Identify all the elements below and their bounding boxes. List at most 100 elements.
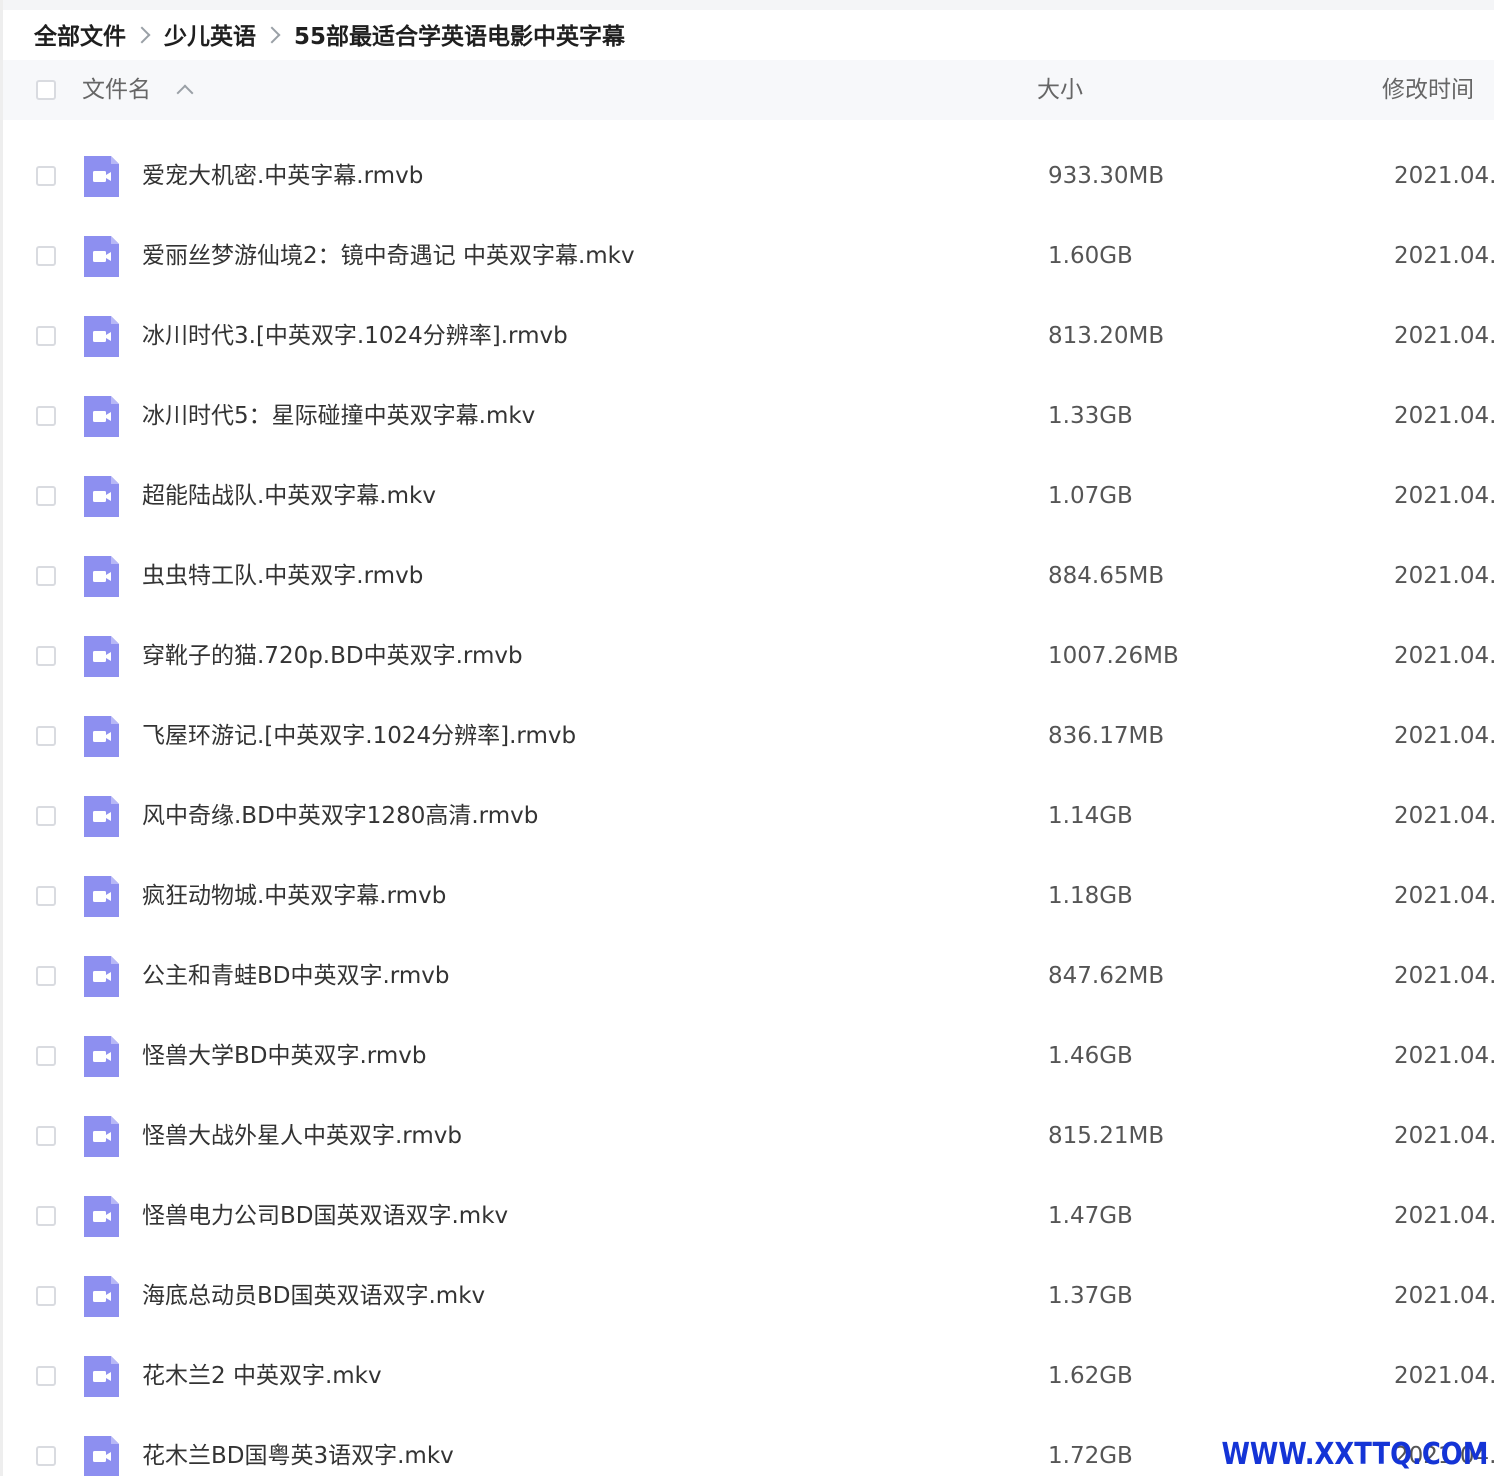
file-modified-time: 2021.04.0 [1394, 643, 1494, 669]
table-row[interactable]: 冰川时代3.[中英双字.1024分辨率].rmvb 813.20MB 2021.04… [3, 296, 1494, 376]
table-row[interactable]: 怪兽大学BD中英双字.rmvb 1.46GB 2021.04.0 [3, 1016, 1494, 1096]
file-modified-time: 2021.04.0 [1394, 243, 1494, 269]
top-strip [0, 0, 1494, 10]
file-name[interactable]: 海底总动员BD国英双语双字.mkv [142, 1256, 485, 1336]
chevron-right-icon [133, 26, 151, 44]
file-modified-time: 2021.04.0 [1394, 323, 1494, 349]
file-name[interactable]: 冰川时代5：星际碰撞中英双字幕.mkv [142, 376, 535, 456]
file-size: 847.62MB [1048, 963, 1165, 989]
breadcrumb-item-current-folder: 55部最适合学英语电影中英字幕 [294, 24, 626, 50]
table-row[interactable]: 飞屋环游记.[中英双字.1024分辨率].rmvb 836.17MB 2021.04… [3, 696, 1494, 776]
table-row[interactable]: 爱宠大机密.中英字幕.rmvb 933.30MB 2021.04.0 [3, 136, 1494, 216]
file-modified-time: 2021.04.0 [1394, 403, 1494, 429]
file-name[interactable]: 飞屋环游记.[中英双字.1024分辨率].rmvb [142, 696, 576, 776]
table-row[interactable]: 花木兰2 中英双字.mkv 1.62GB 2021.04.0 [3, 1336, 1494, 1416]
breadcrumb-item-kids-english[interactable]: 少儿英语 [164, 17, 256, 51]
column-header-modified[interactable]: 修改时间 [1382, 60, 1474, 120]
file-size: 1.07GB [1048, 483, 1133, 509]
breadcrumb-item-all-files[interactable]: 全部文件 [34, 17, 126, 51]
video-file-icon [84, 1356, 119, 1397]
select-all-checkbox[interactable] [36, 80, 56, 100]
row-checkbox[interactable] [36, 166, 56, 186]
row-checkbox[interactable] [36, 566, 56, 586]
file-size: 1.72GB [1048, 1443, 1133, 1469]
video-file-icon [84, 1276, 119, 1317]
chevron-up-icon[interactable] [176, 84, 194, 102]
row-checkbox[interactable] [36, 1286, 56, 1306]
file-modified-time: 2021.04.0 [1394, 1043, 1494, 1069]
file-name[interactable]: 公主和青蛙BD中英双字.rmvb [142, 936, 449, 1016]
row-checkbox[interactable] [36, 1046, 56, 1066]
file-size: 1.33GB [1048, 403, 1133, 429]
video-file-icon [84, 1196, 119, 1237]
file-modified-time: 2021.04.0 [1394, 963, 1494, 989]
table-row[interactable]: 怪兽电力公司BD国英双语双字.mkv 1.47GB 2021.04.0 [3, 1176, 1494, 1256]
video-file-icon [84, 796, 119, 837]
file-modified-time: 2021.04.0 [1394, 803, 1494, 829]
table-row[interactable]: 超能陆战队.中英双字幕.mkv 1.07GB 2021.04.0 [3, 456, 1494, 536]
file-name[interactable]: 爱宠大机密.中英字幕.rmvb [142, 136, 423, 216]
file-name[interactable]: 疯狂动物城.中英双字幕.rmvb [142, 856, 446, 936]
file-modified-time: 2021.04.0 [1394, 563, 1494, 589]
table-row[interactable]: 怪兽大战外星人中英双字.rmvb 815.21MB 2021.04.0 [3, 1096, 1494, 1176]
video-file-icon [84, 316, 119, 357]
file-name[interactable]: 冰川时代3.[中英双字.1024分辨率].rmvb [142, 296, 568, 376]
file-name[interactable]: 怪兽电力公司BD国英双语双字.mkv [142, 1176, 508, 1256]
video-file-icon [84, 1436, 119, 1476]
file-modified-time: 2021.04.0 [1394, 483, 1494, 509]
file-modified-time: 2021.04.0 [1394, 163, 1494, 189]
row-checkbox[interactable] [36, 646, 56, 666]
file-name[interactable]: 超能陆战队.中英双字幕.mkv [142, 456, 436, 536]
file-name[interactable]: 怪兽大学BD中英双字.rmvb [142, 1016, 426, 1096]
file-modified-time: 2021.04.0 [1394, 1363, 1494, 1389]
table-row[interactable]: 风中奇缘.BD中英双字1280高清.rmvb 1.14GB 2021.04.0 [3, 776, 1494, 856]
table-row[interactable]: 虫虫特工队.中英双字.rmvb 884.65MB 2021.04.0 [3, 536, 1494, 616]
file-size: 815.21MB [1048, 1123, 1165, 1149]
file-name[interactable]: 爱丽丝梦游仙境2：镜中奇遇记 中英双字幕.mkv [142, 216, 635, 296]
row-checkbox[interactable] [36, 406, 56, 426]
table-row[interactable]: 疯狂动物城.中英双字幕.rmvb 1.18GB 2021.04.0 [3, 856, 1494, 936]
video-file-icon [84, 556, 119, 597]
watermark: WWW.XXTTQ.COM [1221, 1437, 1488, 1472]
row-checkbox[interactable] [36, 726, 56, 746]
file-size: 1007.26MB [1048, 643, 1179, 669]
file-size: 1.60GB [1048, 243, 1133, 269]
table-row[interactable]: 海底总动员BD国英双语双字.mkv 1.37GB 2021.04.0 [3, 1256, 1494, 1336]
file-name[interactable]: 花木兰2 中英双字.mkv [142, 1336, 382, 1416]
table-row[interactable]: 冰川时代5：星际碰撞中英双字幕.mkv 1.33GB 2021.04.0 [3, 376, 1494, 456]
video-file-icon [84, 716, 119, 757]
file-modified-time: 2021.04.0 [1394, 723, 1494, 749]
row-checkbox[interactable] [36, 966, 56, 986]
file-size: 1.37GB [1048, 1283, 1133, 1309]
row-checkbox[interactable] [36, 1206, 56, 1226]
file-name[interactable]: 花木兰BD国粤英3语双字.mkv [142, 1416, 454, 1476]
row-checkbox[interactable] [36, 246, 56, 266]
row-checkbox[interactable] [36, 806, 56, 826]
file-name[interactable]: 怪兽大战外星人中英双字.rmvb [142, 1096, 462, 1176]
file-list-page: 全部文件 少儿英语 55部最适合学英语电影中英字幕 文件名 大小 修改时间 爱宠… [0, 0, 1494, 1476]
table-header: 文件名 大小 修改时间 [3, 60, 1494, 120]
row-checkbox[interactable] [36, 326, 56, 346]
video-file-icon [84, 636, 119, 677]
column-header-name[interactable]: 文件名 [82, 60, 151, 120]
row-checkbox[interactable] [36, 886, 56, 906]
row-checkbox[interactable] [36, 1446, 56, 1466]
file-name[interactable]: 虫虫特工队.中英双字.rmvb [142, 536, 423, 616]
file-size: 1.47GB [1048, 1203, 1133, 1229]
video-file-icon [84, 1036, 119, 1077]
file-size: 1.14GB [1048, 803, 1133, 829]
row-checkbox[interactable] [36, 1366, 56, 1386]
file-name[interactable]: 风中奇缘.BD中英双字1280高清.rmvb [142, 776, 538, 856]
file-modified-time: 2021.04.0 [1394, 1203, 1494, 1229]
file-size: 933.30MB [1048, 163, 1165, 189]
row-checkbox[interactable] [36, 1126, 56, 1146]
row-checkbox[interactable] [36, 486, 56, 506]
table-row[interactable]: 爱丽丝梦游仙境2：镜中奇遇记 中英双字幕.mkv 1.60GB 2021.04.0 [3, 216, 1494, 296]
column-header-size[interactable]: 大小 [1037, 60, 1083, 120]
table-row[interactable]: 公主和青蛙BD中英双字.rmvb 847.62MB 2021.04.0 [3, 936, 1494, 1016]
file-size: 813.20MB [1048, 323, 1165, 349]
file-modified-time: 2021.04.0 [1394, 1283, 1494, 1309]
chevron-right-icon [263, 26, 281, 44]
table-row[interactable]: 穿靴子的猫.720p.BD中英双字.rmvb 1007.26MB 2021.04.0 [3, 616, 1494, 696]
file-name[interactable]: 穿靴子的猫.720p.BD中英双字.rmvb [142, 616, 523, 696]
